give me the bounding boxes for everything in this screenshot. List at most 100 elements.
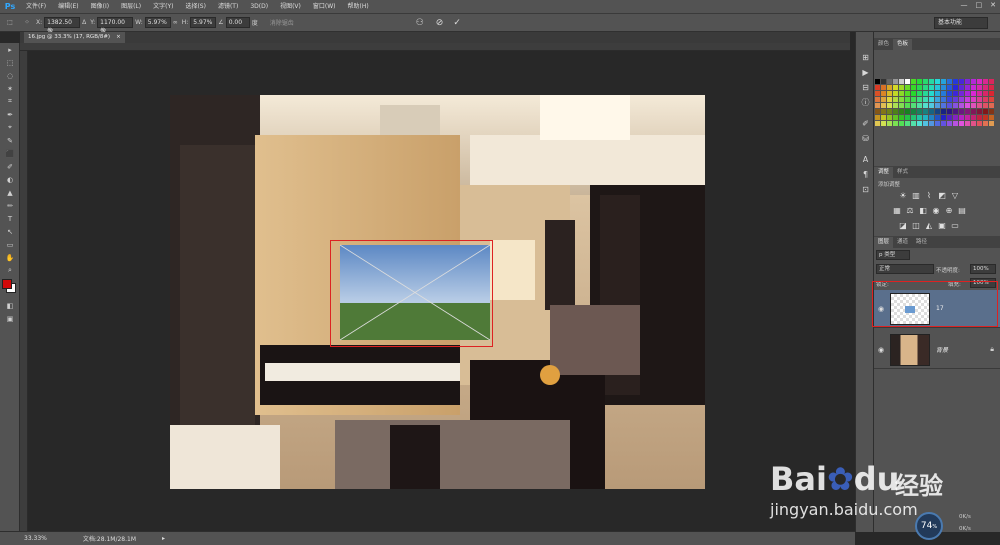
swatch-cell[interactable] xyxy=(899,103,904,108)
vibrance-icon[interactable]: ▽ xyxy=(950,191,960,200)
swatch-cell[interactable] xyxy=(875,79,880,84)
swatch-cell[interactable] xyxy=(941,91,946,96)
hand-tool-icon[interactable]: ✋ xyxy=(0,251,20,264)
commit-transform-icon[interactable]: ✓ xyxy=(453,18,461,28)
swatch-cell[interactable] xyxy=(875,109,880,114)
swatch-cell[interactable] xyxy=(893,121,898,126)
swatch-cell[interactable] xyxy=(893,109,898,114)
swatch-cell[interactable] xyxy=(887,109,892,114)
swatch-cell[interactable] xyxy=(941,109,946,114)
swatch-cell[interactable] xyxy=(965,109,970,114)
swatch-cell[interactable] xyxy=(899,109,904,114)
swatch-cell[interactable] xyxy=(929,115,934,120)
cancel-transform-icon[interactable]: ⊘ xyxy=(436,18,444,28)
swatch-cell[interactable] xyxy=(875,103,880,108)
minimize-icon[interactable]: — xyxy=(961,1,968,9)
swatch-cell[interactable] xyxy=(923,97,928,102)
layer-name[interactable]: 背景 xyxy=(936,345,948,354)
swatch-cell[interactable] xyxy=(881,121,886,126)
swatch-cell[interactable] xyxy=(917,103,922,108)
swatch-cell[interactable] xyxy=(881,91,886,96)
swatch-cell[interactable] xyxy=(905,79,910,84)
hue-icon[interactable]: ▦ xyxy=(892,206,902,215)
swatch-cell[interactable] xyxy=(977,91,982,96)
swatch-cell[interactable] xyxy=(935,121,940,126)
swatch-cell[interactable] xyxy=(947,97,952,102)
swatch-cell[interactable] xyxy=(905,109,910,114)
swatch-cell[interactable] xyxy=(917,79,922,84)
reference-point-icon[interactable]: ⁘ xyxy=(20,19,34,26)
status-menu-icon[interactable]: ▸ xyxy=(162,535,165,542)
properties-panel-icon[interactable]: ⊟ xyxy=(856,80,875,95)
swatch-cell[interactable] xyxy=(911,91,916,96)
pen-tool-icon[interactable]: ✏ xyxy=(0,199,20,212)
tab-color[interactable]: 颜色 xyxy=(874,39,893,50)
levels-icon[interactable]: ▥ xyxy=(911,191,921,200)
swatch-cell[interactable] xyxy=(935,103,940,108)
swatch-cell[interactable] xyxy=(965,103,970,108)
swatch-cell[interactable] xyxy=(875,85,880,90)
swatch-cell[interactable] xyxy=(899,121,904,126)
relative-icon[interactable]: Δ xyxy=(82,19,86,26)
swatch-cell[interactable] xyxy=(881,115,886,120)
zoom-tool-icon[interactable]: ⌕ xyxy=(0,264,20,277)
workspace-select[interactable]: 基本功能 xyxy=(934,17,988,29)
swatch-cell[interactable] xyxy=(935,79,940,84)
swatch-cell[interactable] xyxy=(947,91,952,96)
visibility-eye-icon[interactable]: ◉ xyxy=(874,346,888,354)
type-tool-icon[interactable]: T xyxy=(0,212,20,225)
swatch-cell[interactable] xyxy=(971,91,976,96)
horizontal-ruler[interactable] xyxy=(20,43,850,51)
swatch-cell[interactable] xyxy=(947,79,952,84)
exposure-icon[interactable]: ◩ xyxy=(937,191,947,200)
swatch-cell[interactable] xyxy=(977,121,982,126)
tab-adjustments[interactable]: 调整 xyxy=(874,167,894,178)
gradient-map-icon[interactable]: ▭ xyxy=(950,221,960,230)
swatch-cell[interactable] xyxy=(923,115,928,120)
close-tab-icon[interactable]: × xyxy=(116,32,121,43)
swatch-cell[interactable] xyxy=(911,109,916,114)
selective-color-icon[interactable]: ▣ xyxy=(937,221,947,230)
swatch-cell[interactable] xyxy=(953,91,958,96)
swatch-cell[interactable] xyxy=(965,115,970,120)
tab-styles[interactable]: 样式 xyxy=(893,167,912,178)
shape-tool-icon[interactable]: ▭ xyxy=(0,238,20,251)
swatch-cell[interactable] xyxy=(911,115,916,120)
swatch-cell[interactable] xyxy=(917,121,922,126)
swatch-cell[interactable] xyxy=(983,109,988,114)
swatch-cell[interactable] xyxy=(875,115,880,120)
menu-filter[interactable]: 滤镜(T) xyxy=(212,0,244,14)
menu-image[interactable]: 图像(I) xyxy=(85,0,115,14)
quick-select-tool-icon[interactable]: ✶ xyxy=(0,82,20,95)
swatch-cell[interactable] xyxy=(977,115,982,120)
swatch-cell[interactable] xyxy=(971,79,976,84)
maximize-icon[interactable]: □ xyxy=(976,1,983,9)
swatch-cell[interactable] xyxy=(983,121,988,126)
swatch-cell[interactable] xyxy=(941,85,946,90)
channel-mixer-icon[interactable]: ⊕ xyxy=(944,206,954,215)
swatch-cell[interactable] xyxy=(989,103,994,108)
swatch-cell[interactable] xyxy=(881,97,886,102)
swatch-cell[interactable] xyxy=(983,115,988,120)
layer-kind-filter[interactable]: p 类型 xyxy=(876,250,910,260)
swatch-cell[interactable] xyxy=(965,97,970,102)
swatch-cell[interactable] xyxy=(989,121,994,126)
clone-source-panel-icon[interactable]: ⛁ xyxy=(856,131,875,146)
brush-tool-icon[interactable]: ✎ xyxy=(0,134,20,147)
close-icon[interactable]: ✕ xyxy=(990,1,996,9)
actions-panel-icon[interactable]: ▶ xyxy=(856,65,875,80)
menu-edit[interactable]: 编辑(E) xyxy=(52,0,84,14)
warp-icon[interactable]: ⚇ xyxy=(416,18,424,28)
swatch-cell[interactable] xyxy=(899,79,904,84)
swatch-cell[interactable] xyxy=(929,91,934,96)
swatch-cell[interactable] xyxy=(911,79,916,84)
posterize-icon[interactable]: ◫ xyxy=(911,221,921,230)
swatch-cell[interactable] xyxy=(977,97,982,102)
crop-tool-icon[interactable]: ⌗ xyxy=(0,95,20,108)
swatch-cell[interactable] xyxy=(953,121,958,126)
swatch-cell[interactable] xyxy=(923,103,928,108)
swatch-cell[interactable] xyxy=(983,91,988,96)
network-percent[interactable]: 74% xyxy=(915,512,943,540)
tab-channels[interactable]: 通道 xyxy=(893,237,912,248)
swatch-cell[interactable] xyxy=(971,115,976,120)
